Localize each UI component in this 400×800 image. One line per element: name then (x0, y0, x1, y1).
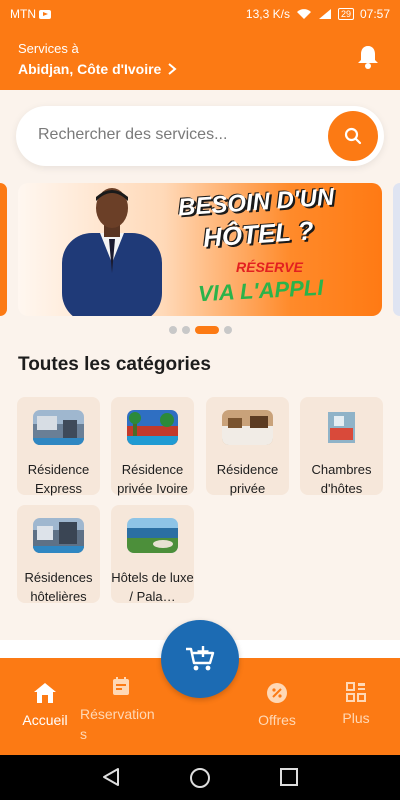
category-label: Résidence privée Ivoire (117, 462, 188, 496)
nav-reservations[interactable]: Réservation s (80, 676, 164, 744)
carousel-dot[interactable] (168, 326, 177, 334)
cart-plus-icon (186, 646, 215, 671)
signal-icon (318, 9, 331, 19)
carousel-dot-active[interactable] (194, 326, 219, 334)
search-input[interactable]: Rechercher des services... (38, 126, 227, 144)
clock: 07:57 (359, 7, 390, 21)
nav-reservations-label: Réservation (80, 706, 155, 722)
notification-bell-icon[interactable] (356, 44, 380, 70)
discount-badge-icon (267, 683, 287, 703)
calendar-icon (113, 677, 129, 695)
back-icon[interactable] (102, 767, 120, 787)
banner-cta: VIA L'APPLI (197, 274, 324, 307)
prev-banner-peek[interactable] (0, 183, 7, 316)
nav-offers[interactable]: Offres (255, 682, 299, 728)
category-residence-privee-ivoire[interactable]: Résidence privée Ivoire (111, 397, 194, 496)
promo-carousel[interactable]: BESOIN D'UN HÔTEL ? RÉSERVE VIA L'APPLI (0, 183, 400, 316)
add-to-cart-button[interactable] (161, 620, 239, 698)
nav-home[interactable]: Accueil (20, 682, 70, 728)
location-value: Abidjan, Côte d'Ivoire (18, 61, 162, 77)
wifi-icon (296, 9, 311, 19)
category-label: Hôtels de luxe / Pala… (111, 570, 194, 604)
category-image (33, 410, 84, 445)
category-image (127, 410, 178, 445)
category-chambres-hotes[interactable]: Chambres d'hôtes (300, 397, 383, 496)
category-label: Résidences hôtelières (24, 570, 93, 604)
recent-apps-icon[interactable] (280, 768, 298, 786)
location-selector[interactable]: Abidjan, Côte d'Ivoire (18, 61, 177, 77)
home-icon (34, 683, 56, 703)
search-icon (344, 127, 362, 145)
category-label: Chambres d'hôtes (311, 462, 372, 496)
nav-offers-label: Offres (258, 712, 296, 728)
nav-home-label: Accueil (22, 712, 68, 728)
app-header: Services à Abidjan, Côte d'Ivoire (0, 28, 400, 90)
youtube-icon (39, 9, 51, 19)
battery-icon: 29 (337, 8, 354, 20)
carrier-label: MTN (10, 7, 36, 21)
category-hotels-luxe[interactable]: Hôtels de luxe / Pala… (111, 505, 194, 604)
category-label: Résidence Express (27, 462, 90, 496)
network-speed: 13,3 K/s (245, 7, 290, 21)
category-residence-express[interactable]: Résidence Express (17, 397, 100, 496)
next-banner-peek[interactable] (393, 183, 400, 316)
category-residence-privee[interactable]: Résidence privée (206, 397, 289, 496)
system-navigation-bar (0, 755, 400, 800)
carousel-dot[interactable] (181, 326, 190, 334)
category-image (222, 410, 273, 445)
search-button[interactable] (328, 111, 378, 161)
banner-person-image (62, 188, 162, 316)
banner-headline-2: HÔTEL ? (202, 215, 315, 253)
location-label: Services à (18, 41, 79, 56)
home-circle-icon[interactable] (189, 767, 211, 789)
banner-subline: RÉSERVE (236, 259, 303, 275)
category-residences-hotelieres[interactable]: Résidences hôtelières (17, 505, 100, 604)
grid-menu-icon (346, 682, 366, 702)
category-image (127, 518, 178, 553)
nav-more-label: Plus (342, 710, 370, 726)
search-bar[interactable]: Rechercher des services... (16, 106, 384, 166)
chevron-right-icon (168, 63, 177, 75)
nav-more[interactable]: Plus (338, 682, 374, 726)
categories-title: Toutes les catégories (18, 354, 211, 375)
category-label: Résidence privée (216, 462, 279, 496)
carousel-indicator (0, 326, 400, 334)
category-image (316, 410, 367, 445)
carousel-dot[interactable] (223, 326, 232, 334)
status-bar: MTN 13,3 K/s 29 07:57 (0, 0, 400, 28)
promo-banner[interactable]: BESOIN D'UN HÔTEL ? RÉSERVE VIA L'APPLI (18, 183, 382, 316)
category-image (33, 518, 84, 553)
nav-reservations-label-wrap: s (80, 726, 87, 742)
